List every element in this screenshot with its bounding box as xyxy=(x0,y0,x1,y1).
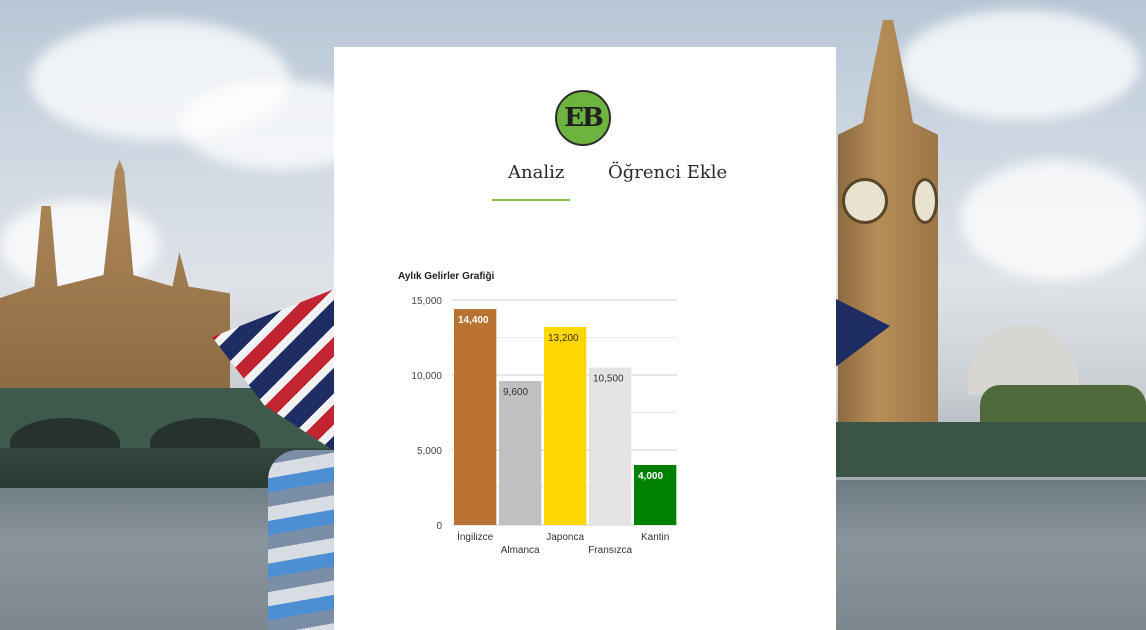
y-tick-label: 15,000 xyxy=(411,296,442,307)
clock-face-side xyxy=(912,178,938,224)
x-tick-label: İngilizce xyxy=(457,530,494,543)
data-label: 14,400 xyxy=(458,315,489,326)
logo-text: EB xyxy=(564,103,604,133)
bar-2 xyxy=(499,381,542,525)
x-tick-label: Kantin xyxy=(641,532,669,543)
bar-4 xyxy=(589,367,632,525)
x-tick-label: Almanca xyxy=(501,545,540,556)
y-tick-label: 0 xyxy=(436,521,442,532)
data-label: 9,600 xyxy=(503,387,528,398)
data-label: 13,200 xyxy=(548,333,579,344)
eb-logo: EB xyxy=(555,90,611,146)
income-chart: Aylık Gelirler Grafiği 0 5,000 10,000 15,000… xyxy=(396,262,696,567)
y-tick-label: 10,000 xyxy=(411,371,442,382)
tab-ogrenci-ekle[interactable]: Öğrenci Ekle xyxy=(608,162,727,183)
active-tab-indicator xyxy=(492,199,570,201)
bar-1 xyxy=(454,309,497,525)
bridge-right xyxy=(836,422,1146,477)
chart-svg: Aylık Gelirler Grafiği 0 5,000 10,000 15,000… xyxy=(398,271,677,556)
x-tick-label: Japonca xyxy=(546,532,584,543)
y-tick-label: 5,000 xyxy=(417,446,442,457)
data-label: 10,500 xyxy=(593,374,624,385)
chart-title: Aylık Gelirler Grafiği xyxy=(398,271,495,282)
data-label: 4,000 xyxy=(638,471,663,482)
person-striped-shirt xyxy=(268,450,338,630)
clock-face xyxy=(842,178,888,224)
bar-3 xyxy=(544,327,587,525)
x-tick-label: Fransızca xyxy=(588,545,632,556)
tab-analiz[interactable]: Analiz xyxy=(508,162,564,183)
